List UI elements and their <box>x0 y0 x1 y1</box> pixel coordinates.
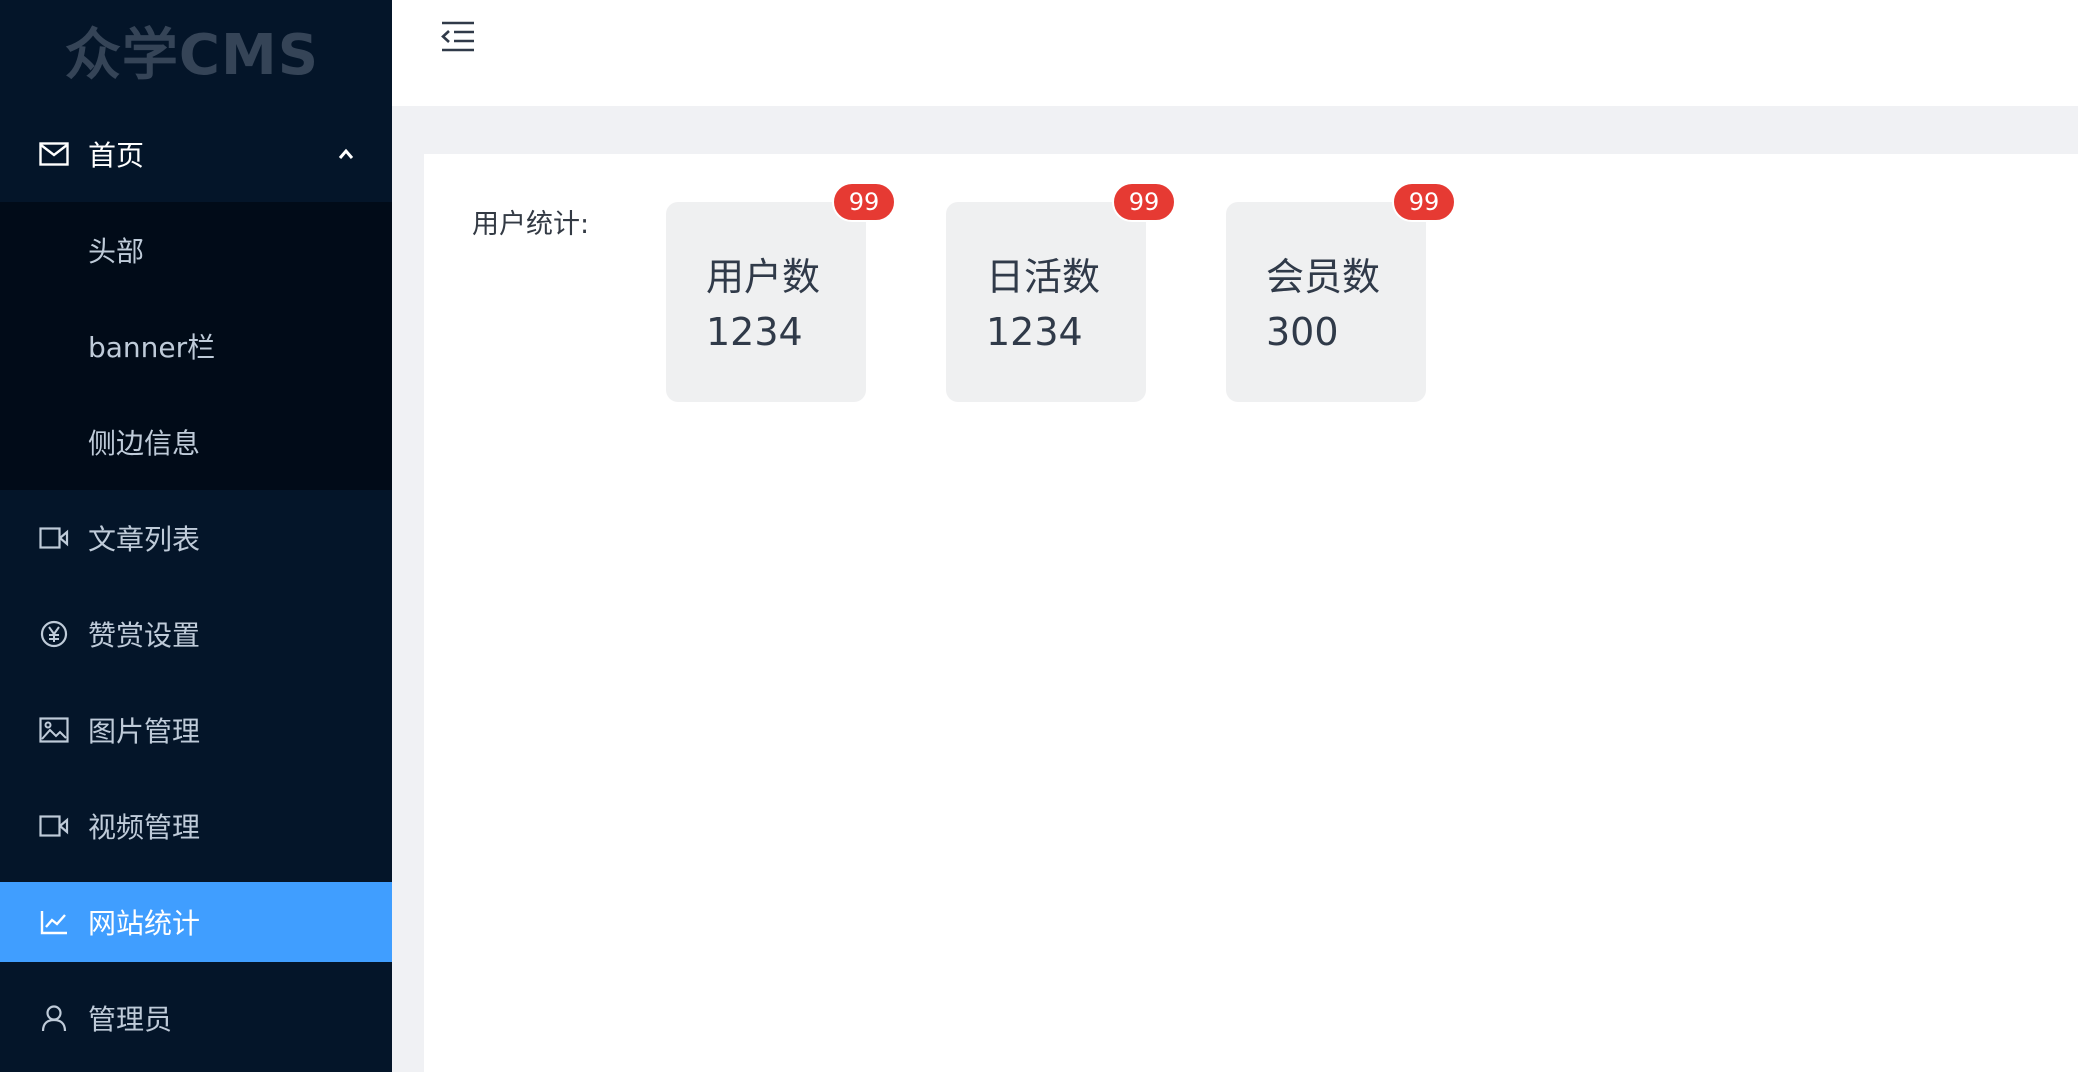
sidebar: 众学CMS 首页 头部 banner栏 侧边信息 文章列表 赞赏设置 图片管理 … <box>0 0 392 1072</box>
picture-icon <box>38 714 70 746</box>
chevron-up-icon <box>336 144 356 164</box>
sidebar-subitem-header[interactable]: 头部 <box>0 202 392 298</box>
sidebar-item-label: 管理员 <box>88 1003 173 1036</box>
sidebar-subitem-label: 头部 <box>88 235 145 268</box>
line-chart-icon <box>38 906 70 938</box>
stat-card-daily-active[interactable]: 日活数 1234 <box>946 202 1146 402</box>
notification-badge: 99 <box>832 182 896 222</box>
sidebar-item-label: 赞赏设置 <box>88 619 201 652</box>
logo: 众学CMS <box>64 22 320 88</box>
mail-icon <box>38 138 70 170</box>
sidebar-item-site-statistics[interactable]: 网站统计 <box>0 882 392 962</box>
sidebar-subitem-label: 侧边信息 <box>88 427 201 460</box>
sidebar-item-image-management[interactable]: 图片管理 <box>0 690 392 770</box>
notification-badge: 99 <box>1392 182 1456 222</box>
stat-card-name: 日活数 <box>986 255 1101 299</box>
sidebar-subitem-side-info[interactable]: 侧边信息 <box>0 394 392 490</box>
stat-card-value: 1234 <box>706 310 803 354</box>
stat-card-name: 用户数 <box>706 255 821 299</box>
stat-card-value: 1234 <box>986 310 1083 354</box>
submenu-home: 头部 banner栏 侧边信息 <box>0 202 392 490</box>
video-camera-icon <box>38 522 70 554</box>
sidebar-item-label: 首页 <box>88 139 145 172</box>
notification-badge: 99 <box>1112 182 1176 222</box>
sidebar-item-label: 网站统计 <box>88 907 201 940</box>
stat-card-name: 会员数 <box>1266 255 1381 299</box>
yen-circle-icon <box>38 618 70 650</box>
sidebar-subitem-banner[interactable]: banner栏 <box>0 298 392 394</box>
sidebar-item-label: 文章列表 <box>88 523 201 556</box>
sidebar-item-home[interactable]: 首页 <box>0 114 392 194</box>
video-camera-icon <box>38 810 70 842</box>
app-root: 众学CMS 首页 头部 banner栏 侧边信息 文章列表 赞赏设置 图片管理 … <box>0 0 2078 1072</box>
indent-collapse-icon <box>440 21 476 56</box>
top-header <box>392 0 2078 106</box>
sidebar-item-articles[interactable]: 文章列表 <box>0 498 392 578</box>
sidebar-subitem-label: banner栏 <box>88 331 216 364</box>
user-statistics-label: 用户统计: <box>472 209 590 240</box>
sidebar-item-video-management[interactable]: 视频管理 <box>0 786 392 866</box>
collapse-sidebar-button[interactable] <box>440 20 476 52</box>
user-icon <box>38 1002 70 1034</box>
stat-card-value: 300 <box>1266 310 1339 354</box>
stat-card-members[interactable]: 会员数 300 <box>1226 202 1426 402</box>
sidebar-item-label: 图片管理 <box>88 715 201 748</box>
sidebar-item-admin[interactable]: 管理员 <box>0 978 392 1058</box>
stat-card-users[interactable]: 用户数 1234 <box>666 202 866 402</box>
sidebar-item-reward-settings[interactable]: 赞赏设置 <box>0 594 392 674</box>
sidebar-item-label: 视频管理 <box>88 811 201 844</box>
